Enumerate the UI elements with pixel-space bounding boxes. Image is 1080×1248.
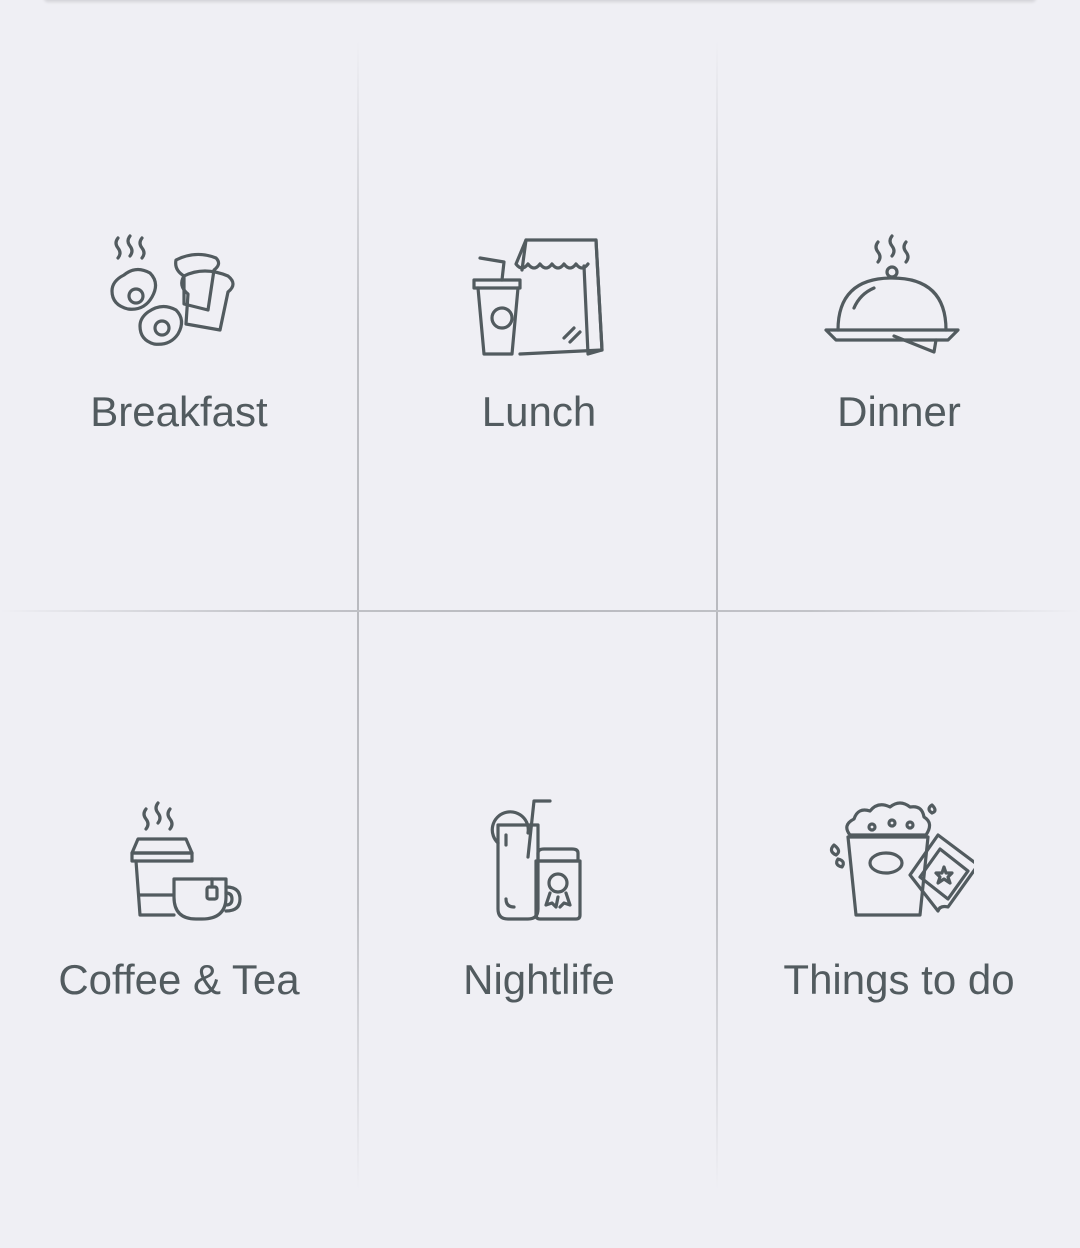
category-tile-coffee-tea[interactable]: Coffee & Tea	[0, 0, 358, 1003]
category-label: Coffee & Tea	[58, 956, 300, 1003]
category-grid: Breakfast Lunch Dinner Coffee & Tea Nigh…	[0, 0, 1080, 1248]
category-label: Nightlife	[463, 956, 615, 1003]
grid-divider-horizontal	[0, 610, 1080, 612]
category-label: Things to do	[783, 956, 1015, 1003]
drinks-nightlife-icon	[464, 795, 614, 925]
popcorn-ticket-icon	[824, 795, 974, 925]
coffee-tea-cups-icon	[104, 795, 254, 925]
category-tile-things-to-do[interactable]: Things to do	[720, 0, 1078, 1003]
category-tile-nightlife[interactable]: Nightlife	[360, 0, 718, 1003]
